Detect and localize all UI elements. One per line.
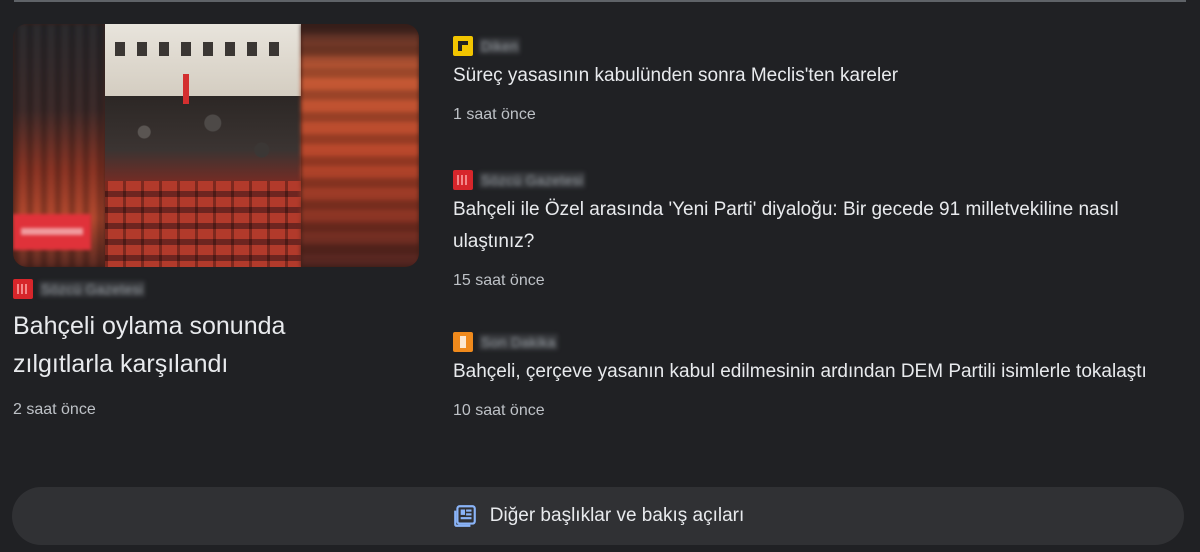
more-headlines-label: Diğer başlıklar ve bakış açıları	[489, 505, 745, 526]
source-name: Sözcü Gazetesi	[479, 172, 586, 188]
more-headlines-button[interactable]: Diğer başlıklar ve bakış açıları	[12, 487, 1184, 545]
video-badge	[13, 214, 91, 250]
story-source[interactable]: Son Dakika	[453, 330, 1147, 354]
top-divider	[14, 0, 1186, 2]
story-time: 15 saat önce	[453, 272, 545, 289]
story-item[interactable]: Sözcü Gazetesi Bahçeli ile Özel arasında…	[453, 168, 1173, 290]
lead-story-time: 2 saat önce	[13, 401, 96, 418]
story-time: 1 saat önce	[453, 106, 536, 123]
source-logo-icon	[453, 332, 473, 352]
source-logo-icon	[13, 279, 33, 299]
source-name: Son Dakika	[479, 334, 558, 350]
source-name: Sözcü Gazetesi	[39, 281, 146, 297]
source-logo-icon	[453, 36, 473, 56]
lead-story-thumbnail[interactable]	[13, 24, 419, 267]
flag	[183, 74, 189, 104]
story-title[interactable]: Süreç yasasının kabulünden sonra Meclis'…	[453, 60, 898, 92]
story-item[interactable]: Son Dakika Bahçeli, çerçeve yasanın kabu…	[453, 330, 1147, 420]
story-source[interactable]: Sözcü Gazetesi	[453, 168, 1173, 192]
source-name: Diken	[479, 38, 521, 54]
story-title[interactable]: Bahçeli, çerçeve yasanın kabul edilmesin…	[453, 356, 1147, 388]
lead-story[interactable]: Sözcü Gazetesi Bahçeli oylama sonunda zı…	[13, 24, 419, 419]
newspaper-icon	[453, 505, 476, 527]
lead-story-title[interactable]: Bahçeli oylama sonunda zılgıtlarla karşı…	[13, 307, 373, 383]
story-source[interactable]: Diken	[453, 34, 898, 58]
story-time: 10 saat önce	[453, 402, 545, 419]
story-title[interactable]: Bahçeli ile Özel arasında 'Yeni Parti' d…	[453, 194, 1173, 258]
story-item[interactable]: Diken Süreç yasasının kabulünden sonra M…	[453, 34, 898, 124]
source-logo-icon	[453, 170, 473, 190]
lead-source[interactable]: Sözcü Gazetesi	[13, 277, 419, 301]
